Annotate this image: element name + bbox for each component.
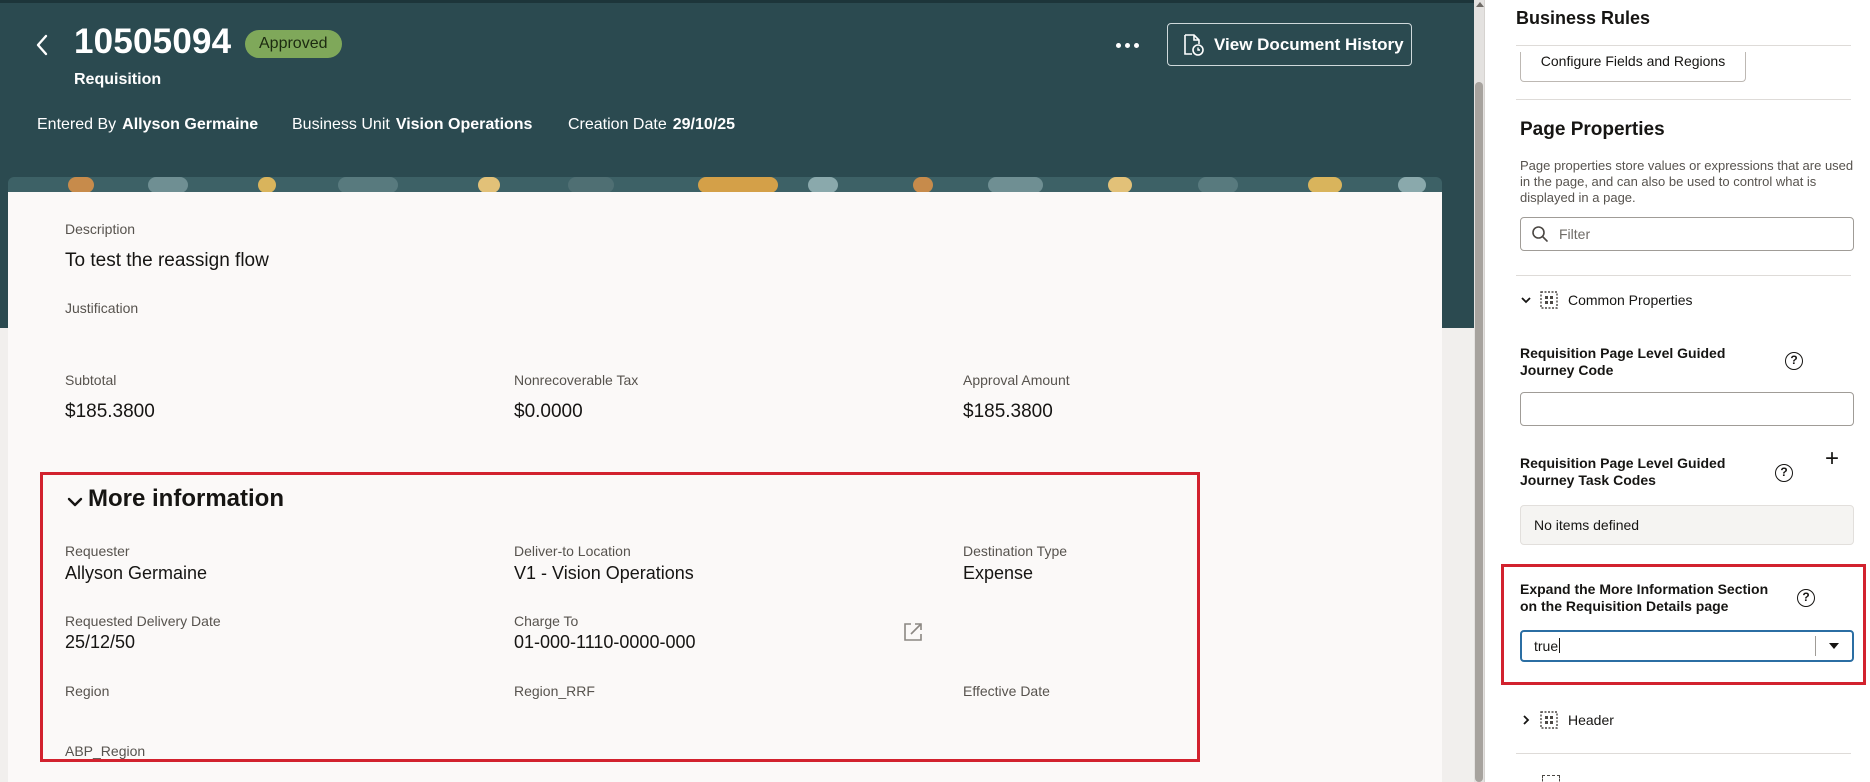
help-icon[interactable]: ?	[1785, 352, 1803, 370]
entered-by-label: Entered By	[37, 116, 117, 133]
requested-delivery-date-value: 25/12/50	[65, 632, 136, 652]
common-properties-label: Common Properties	[1568, 292, 1693, 308]
panel-title: Business Rules	[1516, 8, 1651, 28]
scroll-up-arrow[interactable]	[1476, 2, 1484, 7]
help-icon[interactable]: ?	[1797, 589, 1815, 607]
region-label: Region	[65, 683, 110, 699]
search-icon	[1532, 226, 1548, 242]
description-value: To test the reassign flow	[65, 250, 269, 271]
document-history-icon	[1184, 33, 1204, 56]
journey-task-codes-label: Requisition Page Level Guided Journey Ta…	[1520, 455, 1726, 488]
charge-to-label: Charge To	[514, 613, 579, 629]
region-rrf-label: Region_RRF	[514, 683, 595, 699]
decorative-banner	[8, 177, 1442, 193]
dropdown-arrow-icon[interactable]	[1816, 643, 1852, 649]
effective-date-label: Effective Date	[963, 683, 1050, 699]
journey-code-label: Requisition Page Level Guided Journey Co…	[1520, 345, 1726, 378]
nonrecoverable-tax-value: $0.0000	[514, 401, 583, 422]
page-properties-title: Page Properties	[1520, 119, 1665, 140]
more-dots-icon	[1115, 42, 1121, 48]
grid-icon	[1540, 291, 1558, 309]
plus-icon[interactable]: +	[1825, 447, 1839, 471]
open-link-icon[interactable]	[901, 620, 925, 644]
requisition-page: 10505094 Approved Requisition View Docum…	[0, 0, 1474, 782]
subtotal-label: Subtotal	[65, 372, 117, 388]
requester-label: Requester	[65, 543, 130, 559]
page-properties-description: Page properties store values or expressi…	[1520, 158, 1854, 205]
header-section-label: Header	[1568, 712, 1614, 728]
filter-input[interactable]	[1559, 226, 1839, 242]
approval-amount-label: Approval Amount	[963, 372, 1070, 388]
divider	[1516, 753, 1851, 754]
header-section-toggle[interactable]: Header	[1520, 711, 1614, 729]
help-icon[interactable]: ?	[1775, 464, 1793, 482]
chevron-down-icon	[67, 497, 83, 507]
expand-more-info-select[interactable]: true	[1520, 630, 1854, 662]
requested-delivery-date-label: Requested Delivery Date	[65, 613, 221, 629]
document-type: Requisition	[74, 71, 162, 88]
back-chevron-icon	[36, 34, 48, 56]
status-badge: Approved	[245, 30, 342, 58]
description-label: Description	[65, 221, 136, 237]
approval-amount-value: $185.3800	[963, 401, 1053, 422]
journey-code-input[interactable]	[1520, 392, 1854, 426]
requester-value: Allyson Germaine	[65, 563, 208, 583]
entered-by: Entered By Allyson Germaine	[37, 116, 258, 134]
business-unit: Business Unit Vision Operations	[292, 116, 532, 134]
subtotal-value: $185.3800	[65, 401, 155, 422]
grid-icon	[1542, 775, 1560, 782]
no-items-message: No items defined	[1520, 505, 1854, 545]
document-number: 10505094	[74, 22, 232, 61]
creation-date-label: Creation Date	[568, 116, 667, 133]
configure-fields-button[interactable]: Configure Fields and Regions	[1520, 52, 1746, 82]
creation-date-value: 29/10/25	[672, 116, 735, 133]
scroll-thumb[interactable]	[1475, 82, 1483, 782]
chevron-right-icon	[1523, 715, 1530, 725]
grid-icon	[1540, 711, 1558, 729]
more-actions-button[interactable]	[1110, 30, 1144, 60]
configure-fields-label: Configure Fields and Regions	[1540, 53, 1726, 69]
destination-type-label: Destination Type	[963, 543, 1068, 559]
creation-date: Creation Date 29/10/25	[568, 116, 735, 134]
deliver-to-location-value: V1 - Vision Operations	[514, 563, 694, 583]
expand-more-info-value[interactable]: true	[1522, 638, 1815, 654]
more-information-title: More information	[88, 485, 284, 512]
nonrecoverable-tax-label: Nonrecoverable Tax	[514, 372, 639, 388]
business-unit-value: Vision Operations	[395, 116, 533, 133]
abp-region-label: ABP_Region	[65, 743, 146, 759]
business-rules-panel: Business Rules Configure Fields and Regi…	[1484, 0, 1870, 782]
divider	[1516, 99, 1851, 100]
view-document-history-button[interactable]: View Document History	[1167, 23, 1412, 66]
expand-more-info-label: Expand the More Information Section on t…	[1520, 581, 1769, 614]
chevron-down-icon	[1521, 297, 1531, 304]
business-unit-label: Business Unit	[292, 116, 390, 133]
more-information-toggle[interactable]	[64, 491, 86, 513]
back-button[interactable]	[28, 30, 56, 60]
deliver-to-location-label: Deliver-to Location	[514, 543, 631, 559]
destination-type-value: Expense	[963, 563, 1034, 583]
divider	[1516, 275, 1851, 276]
entered-by-value: Allyson Germaine	[122, 116, 259, 133]
common-properties-toggle[interactable]: Common Properties	[1520, 291, 1693, 309]
charge-to-value: 01-000-1110-0000-000	[514, 632, 696, 652]
filter-field[interactable]	[1520, 217, 1854, 251]
divider	[1516, 45, 1851, 46]
justification-label: Justification	[65, 300, 139, 316]
view-document-history-label: View Document History	[1214, 34, 1404, 54]
